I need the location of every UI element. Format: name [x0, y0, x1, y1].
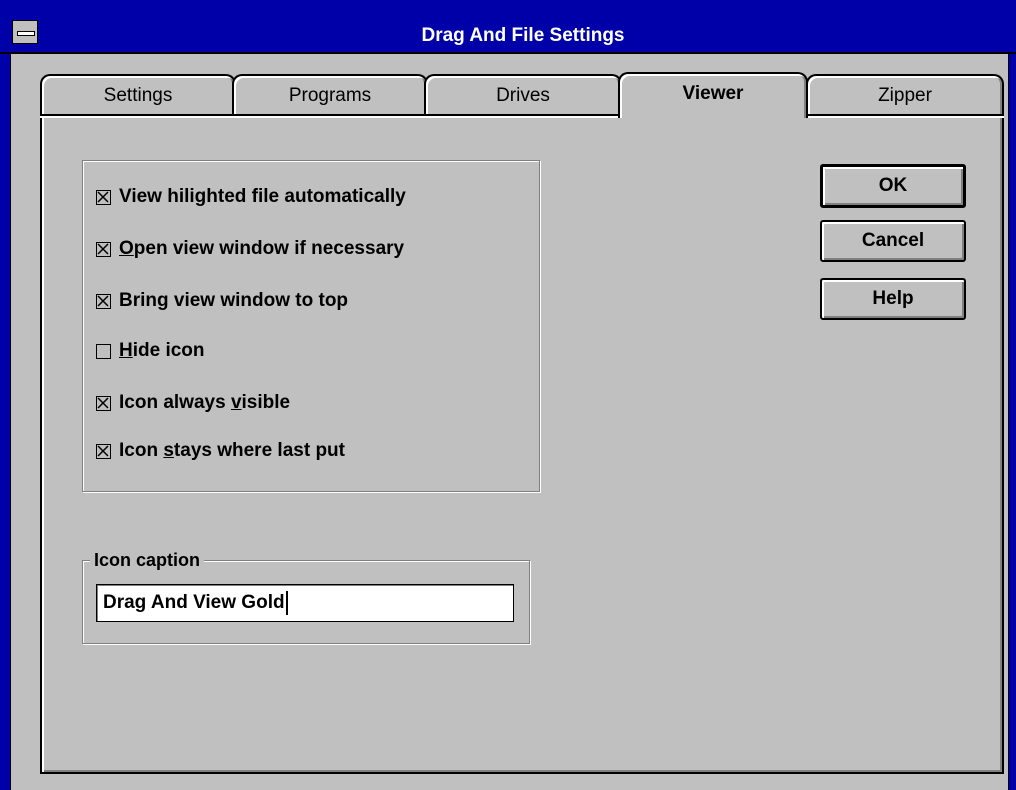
- title-bar[interactable]: Drag And File Settings: [0, 0, 1016, 54]
- checkbox-hide-icon[interactable]: Hide icon: [96, 336, 205, 366]
- mnemonic: H: [119, 340, 133, 361]
- mnemonic: s: [163, 440, 174, 461]
- checkbox-label: Icon stays where last put: [119, 440, 345, 461]
- tab-divider-highlight: [806, 116, 1004, 118]
- checkbox-icon-stays-where-last-put[interactable]: Icon stays where last put: [96, 436, 345, 466]
- icon-caption-value: Drag And View Gold: [103, 592, 285, 613]
- checkbox-label: Open view window if necessary: [119, 238, 405, 259]
- checkbox-label: Icon always visible: [119, 392, 291, 413]
- checkbox-view-hilighted-file[interactable]: View hilighted file automatically: [96, 182, 406, 212]
- window-frame-left: [0, 0, 11, 790]
- help-button[interactable]: Help: [820, 278, 966, 320]
- checkbox-checked-icon[interactable]: [96, 241, 111, 257]
- tab-programs[interactable]: Programs: [232, 74, 428, 114]
- window-title: Drag And File Settings: [421, 25, 625, 46]
- tab-drives[interactable]: Drives: [424, 74, 622, 114]
- checkbox-checked-icon[interactable]: [96, 189, 111, 205]
- checkbox-label: Bring view window to top: [119, 290, 349, 311]
- mnemonic: O: [119, 238, 134, 259]
- checkbox-icon-always-visible[interactable]: Icon always visible: [96, 388, 290, 418]
- checkbox-unchecked-icon[interactable]: [96, 343, 111, 359]
- tab-zipper[interactable]: Zipper: [806, 74, 1004, 114]
- mnemonic: v: [230, 392, 242, 413]
- checkbox-checked-icon[interactable]: [96, 395, 111, 411]
- ok-button[interactable]: OK: [820, 164, 966, 208]
- checkbox-open-view-window[interactable]: Open view window if necessary: [96, 234, 404, 264]
- text-cursor: [285, 590, 288, 615]
- tab-viewer[interactable]: Viewer: [618, 72, 808, 118]
- checkbox-label: Hide icon: [119, 340, 205, 361]
- cancel-button[interactable]: Cancel: [820, 220, 966, 262]
- system-menu-icon[interactable]: [12, 20, 38, 44]
- icon-caption-label: Icon caption: [90, 548, 205, 572]
- checkbox-bring-view-window-top[interactable]: Bring view window to top: [96, 286, 348, 316]
- checkbox-checked-icon[interactable]: [96, 443, 111, 459]
- tab-divider-highlight: [40, 116, 620, 118]
- checkbox-checked-icon[interactable]: [96, 293, 111, 309]
- window-frame-right: [1008, 0, 1016, 790]
- icon-caption-input[interactable]: Drag And View Gold: [96, 584, 514, 622]
- checkbox-label: View hilighted file automatically: [119, 186, 406, 207]
- tab-settings[interactable]: Settings: [40, 74, 236, 114]
